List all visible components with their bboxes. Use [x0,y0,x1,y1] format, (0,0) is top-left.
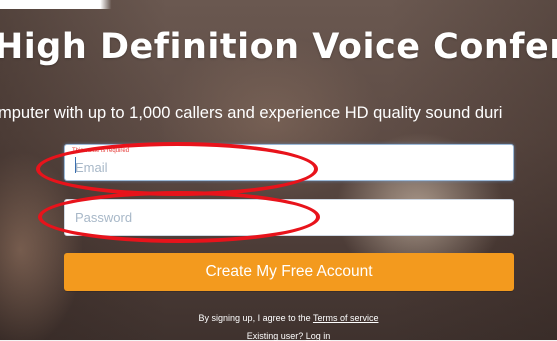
create-account-button[interactable]: Create My Free Account [64,253,514,291]
hero-subtitle: mputer with up to 1,000 callers and expe… [0,104,503,122]
terms-prefix: By signing up, I agree to the [198,313,311,323]
email-field[interactable]: This value is required [64,144,514,181]
top-edge [0,0,557,9]
email-input[interactable] [65,145,513,180]
password-input[interactable] [65,200,513,235]
terms-of-service-link[interactable]: Terms of service [313,313,379,323]
terms-notice: By signing up, I agree to the Terms of s… [0,313,557,323]
password-field[interactable] [64,199,514,236]
hero-headline: High Definition Voice Confer [0,27,557,67]
